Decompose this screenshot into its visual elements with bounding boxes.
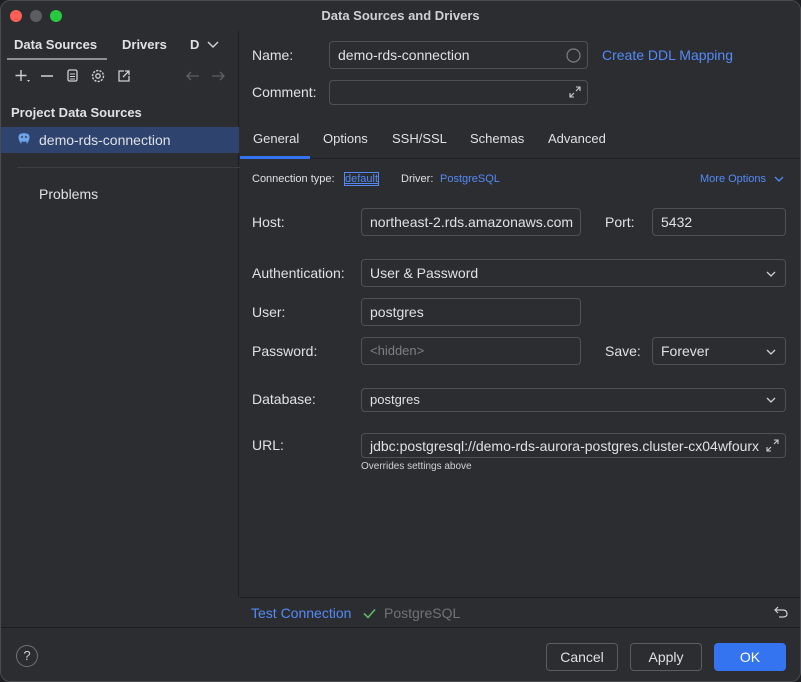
apply-button[interactable]: Apply: [630, 643, 702, 671]
comment-input[interactable]: [329, 80, 588, 105]
project-data-sources-heading: Project Data Sources: [11, 105, 142, 120]
checkmark-icon: [363, 608, 376, 619]
expand-icon[interactable]: [568, 85, 582, 99]
copy-icon[interactable]: [63, 67, 81, 85]
password-input[interactable]: <hidden>: [361, 337, 581, 365]
tab-overflow[interactable]: D: [190, 37, 199, 52]
host-label: Host:: [252, 214, 285, 230]
problems-item[interactable]: Problems: [39, 186, 98, 202]
left-toolbar: [1, 65, 239, 89]
authentication-label: Authentication:: [252, 265, 345, 281]
right-panel: Name: demo-rds-connection Create DDL Map…: [240, 31, 800, 597]
chevron-down-icon: [766, 349, 776, 355]
forward-arrow-icon[interactable]: [209, 67, 227, 85]
authentication-value: User & Password: [370, 265, 479, 281]
name-input[interactable]: demo-rds-connection: [329, 41, 588, 69]
port-label: Port:: [605, 214, 635, 230]
cancel-button[interactable]: Cancel: [546, 643, 618, 671]
driver-link[interactable]: PostgreSQL: [440, 173, 500, 185]
back-arrow-icon[interactable]: [184, 67, 202, 85]
name-value: demo-rds-connection: [338, 47, 470, 63]
window-title: Data Sources and Drivers: [321, 8, 480, 23]
create-ddl-mapping-link[interactable]: Create DDL Mapping: [602, 47, 733, 63]
tab-advanced[interactable]: Advanced: [548, 131, 606, 146]
database-value: postgres: [370, 392, 420, 407]
add-icon[interactable]: [13, 67, 31, 85]
tab-drivers[interactable]: Drivers: [122, 37, 167, 52]
connection-type-link[interactable]: default: [343, 172, 380, 186]
postgresql-icon: [18, 133, 30, 144]
expand-icon[interactable]: [765, 438, 780, 453]
chevron-down-icon: [766, 397, 776, 403]
title-bar: Data Sources and Drivers: [1, 1, 800, 31]
tab-general[interactable]: General: [253, 131, 299, 146]
open-external-icon[interactable]: [115, 67, 133, 85]
url-label: URL:: [252, 437, 284, 453]
dialog-footer: ? Cancel Apply OK: [1, 627, 800, 681]
more-options-chevron-icon[interactable]: [774, 176, 784, 184]
datasource-item[interactable]: demo-rds-connection: [1, 127, 239, 153]
url-hint: Overrides settings above: [361, 461, 472, 472]
user-input[interactable]: postgres: [361, 298, 581, 326]
url-value: jdbc:postgresql://demo-rds-aurora-postgr…: [370, 438, 760, 454]
database-label: Database:: [252, 391, 316, 407]
dialog-window: Data Sources and Drivers Data Sources Dr…: [0, 0, 801, 682]
left-panel: Data Sources Drivers D Project Data Sour…: [1, 31, 253, 597]
ok-button[interactable]: OK: [714, 643, 786, 671]
tab-ssh-ssl[interactable]: SSH/SSL: [392, 131, 447, 146]
tab-options[interactable]: Options: [323, 131, 368, 146]
database-select[interactable]: postgres: [361, 388, 786, 412]
user-label: User:: [252, 304, 286, 320]
port-input[interactable]: 5432: [652, 208, 786, 236]
datasource-label: demo-rds-connection: [39, 132, 171, 148]
left-divider: [17, 167, 253, 168]
connection-type-label: Connection type:: [252, 173, 335, 185]
left-tabs: Data Sources Drivers D: [1, 31, 239, 61]
save-value: Forever: [661, 343, 710, 359]
tab-data-sources[interactable]: Data Sources: [14, 37, 97, 52]
save-select[interactable]: Forever: [652, 337, 786, 365]
remove-icon[interactable]: [38, 67, 56, 85]
help-button[interactable]: ?: [16, 645, 38, 667]
active-form-tab-indicator: [240, 156, 310, 159]
undo-icon[interactable]: [773, 605, 789, 619]
active-tab-indicator: [7, 58, 107, 60]
chevron-down-icon: [766, 271, 776, 277]
settings-icon[interactable]: [89, 67, 107, 85]
test-connection-link[interactable]: Test Connection: [251, 605, 351, 621]
save-label: Save:: [605, 343, 641, 359]
tab-schemas[interactable]: Schemas: [470, 131, 524, 146]
test-result-text: PostgreSQL: [384, 605, 461, 621]
chevron-down-icon[interactable]: [207, 40, 219, 50]
more-options-link[interactable]: More Options: [700, 173, 766, 185]
driver-label: Driver:: [401, 173, 434, 185]
host-input[interactable]: northeast-2.rds.amazonaws.com: [361, 208, 581, 236]
status-bar: Test Connection PostgreSQL: [240, 597, 800, 627]
comment-label: Comment:: [252, 84, 317, 100]
authentication-select[interactable]: User & Password: [361, 259, 786, 287]
color-circle-icon[interactable]: [566, 48, 581, 63]
name-label: Name:: [252, 47, 294, 63]
url-input[interactable]: jdbc:postgresql://demo-rds-aurora-postgr…: [361, 433, 786, 458]
password-label: Password:: [252, 343, 318, 359]
form-tabs: General Options SSH/SSL Schemas Advanced: [240, 123, 800, 159]
